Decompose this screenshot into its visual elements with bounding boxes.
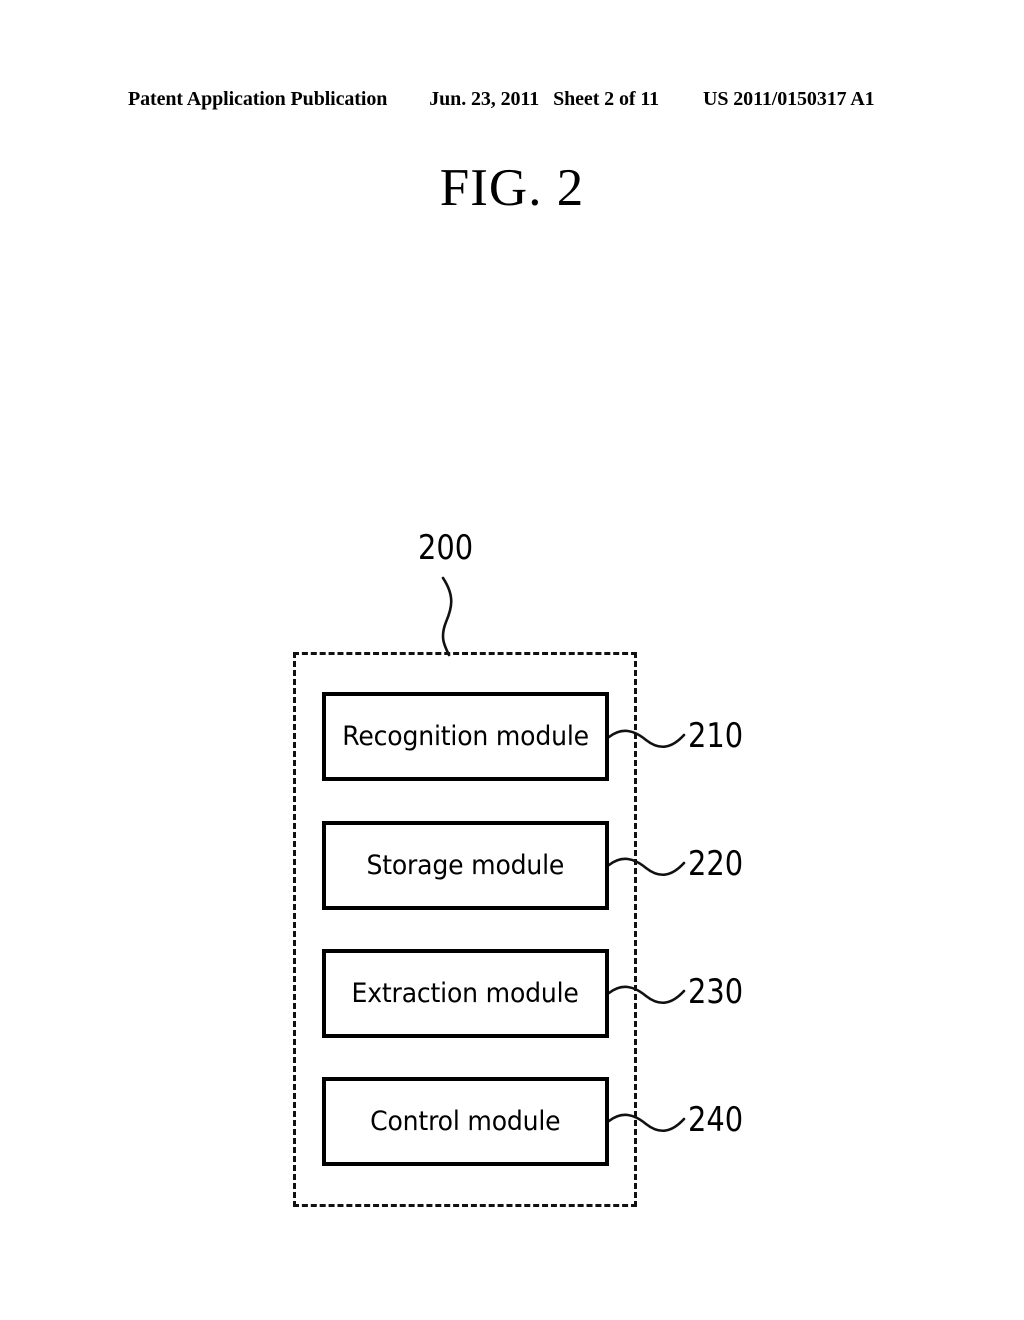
leader-line-200 — [441, 576, 453, 657]
reference-numeral-220: 220 — [688, 844, 744, 884]
module-box-recognition[interactable]: Recognition module — [322, 692, 609, 781]
figure-title: FIG. 2 — [439, 159, 585, 217]
header-document-number: US 2011/0150317 A1 — [703, 88, 875, 110]
module-box-extraction[interactable]: Extraction module — [322, 949, 609, 1038]
module-label-control: Control module — [370, 1106, 561, 1137]
reference-numeral-230: 230 — [688, 972, 744, 1012]
module-label-storage: Storage module — [366, 850, 565, 881]
module-label-extraction: Extraction module — [351, 978, 580, 1009]
reference-numeral-200: 200 — [418, 528, 474, 568]
module-box-control[interactable]: Control module — [322, 1077, 609, 1166]
reference-numeral-240: 240 — [688, 1100, 744, 1140]
header-sheet-label: Sheet 2 of 11 — [553, 88, 660, 110]
page-header: Patent Application Publication Jun. 23, … — [128, 88, 880, 114]
reference-numeral-210: 210 — [688, 716, 744, 756]
module-box-storage[interactable]: Storage module — [322, 821, 609, 910]
header-publication-label: Patent Application Publication — [128, 88, 388, 110]
module-label-recognition: Recognition module — [342, 721, 589, 752]
header-date-label: Jun. 23, 2011 — [429, 88, 540, 110]
